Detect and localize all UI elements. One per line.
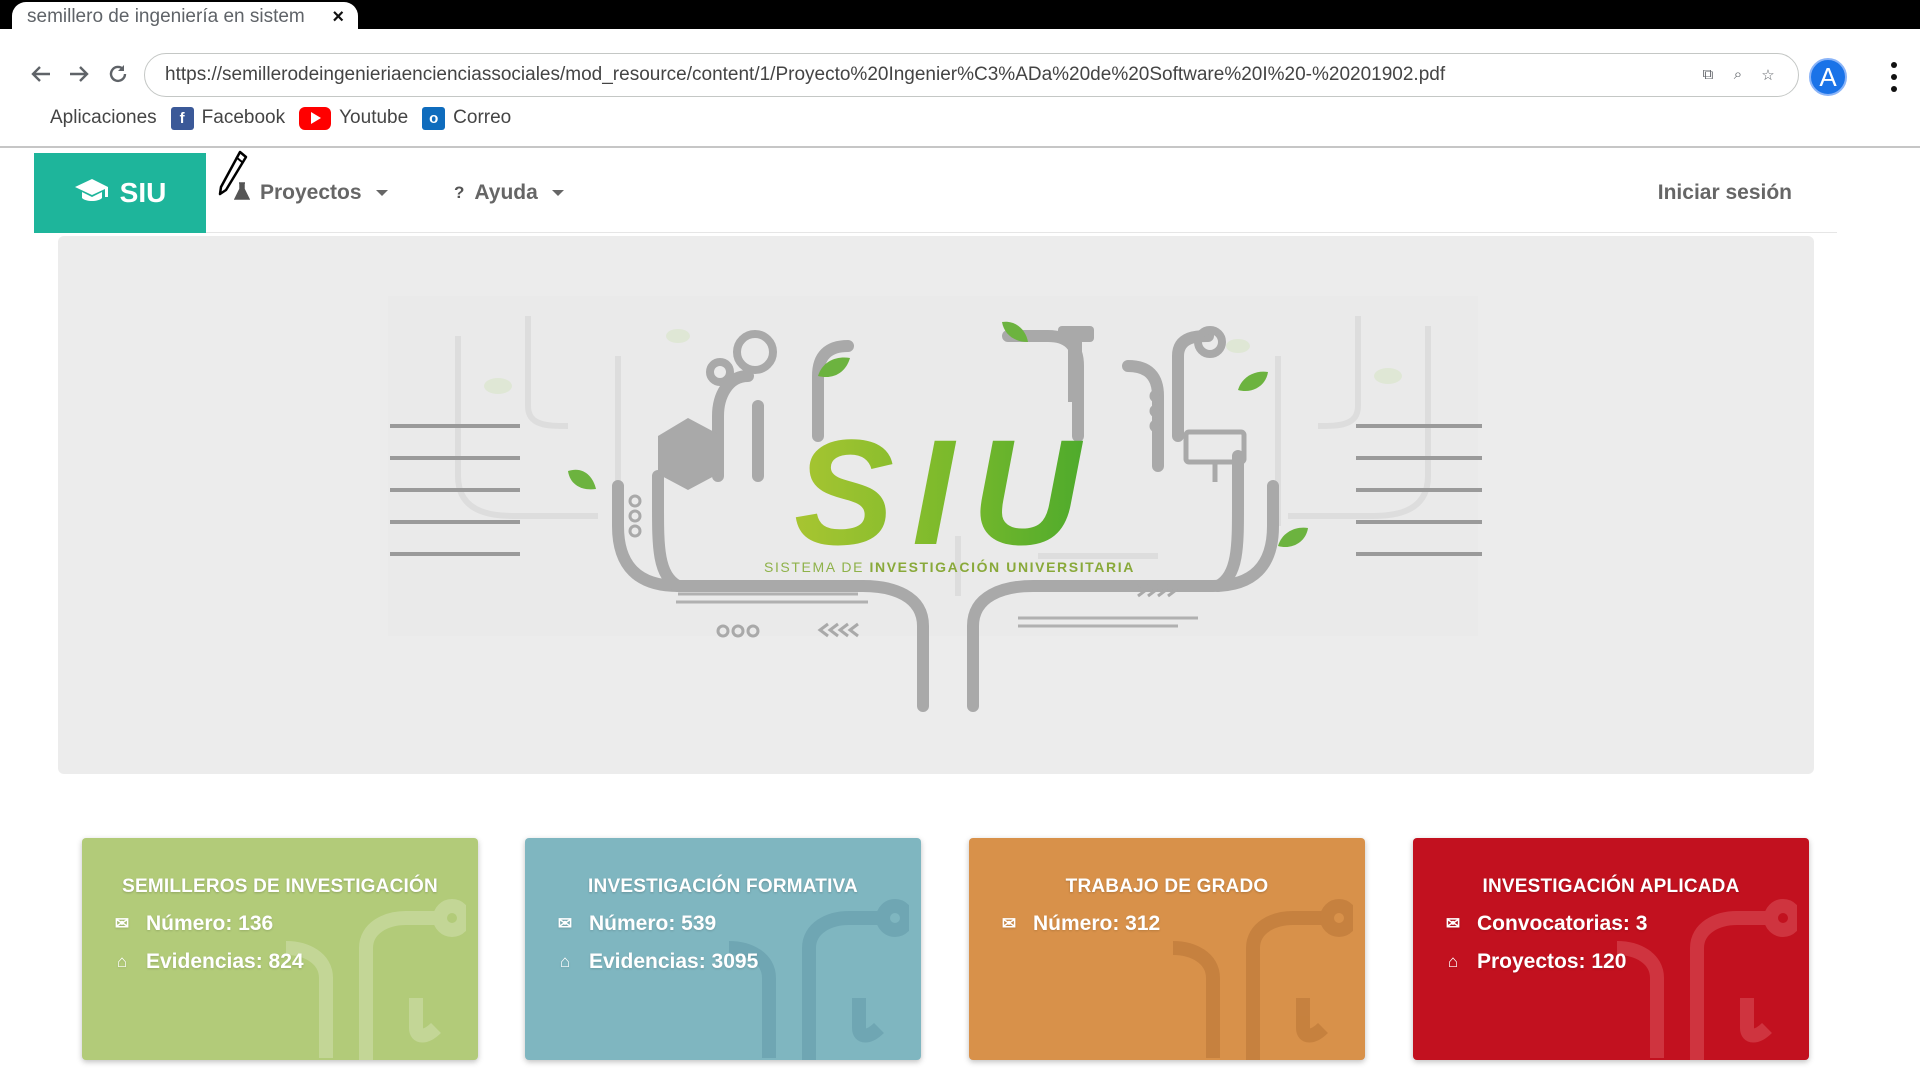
- card-title: TRABAJO DE GRADO: [1065, 876, 1269, 897]
- address-bar[interactable]: https://semillerodeingenieriaencienciass…: [144, 53, 1799, 97]
- envelope-icon: ✉: [114, 914, 130, 933]
- chevron-down-icon: [375, 190, 388, 196]
- url-text[interactable]: https://semillerodeingenieriaencienciass…: [165, 64, 1700, 86]
- translate-icon[interactable]: ⧉: [1700, 66, 1716, 84]
- login-link[interactable]: Iniciar sesión: [1658, 153, 1792, 233]
- bookmarks-bar: Aplicaciones f Facebook Youtube o Correo: [0, 100, 513, 136]
- card-title: INVESTIGACIÓN FORMATIVA: [588, 876, 858, 897]
- envelope-icon: ✉: [1001, 914, 1017, 933]
- card-stat-line: ⌂ Proyectos: 120: [1443, 950, 1809, 974]
- tab-title: semillero de ingeniería en sistem: [27, 6, 305, 27]
- bookmark-label: Youtube: [339, 107, 409, 128]
- card-formativa[interactable]: INVESTIGACIÓN FORMATIVA ✉ Número: 539 ⌂ …: [525, 838, 921, 1060]
- hero-illustration: SIU SISTEMA DE INVESTIGACIÓN UNIVERSITAR…: [388, 296, 1482, 712]
- envelope-icon: ✉: [1445, 914, 1461, 933]
- question-icon: ?: [454, 183, 465, 202]
- youtube-icon: [299, 106, 332, 130]
- tab-close-icon[interactable]: ×: [332, 6, 344, 29]
- bookmark-facebook[interactable]: f Facebook: [170, 106, 286, 130]
- tagline-bold: INVESTIGACIÓN UNIVERSITARIA: [870, 558, 1135, 575]
- tagline-prefix: SISTEMA DE: [764, 559, 870, 575]
- site-navbar: SIU Proyectos ? Ayuda Iniciar sesión: [34, 153, 1837, 233]
- bookmark-label: Correo: [453, 107, 512, 128]
- card-semilleros[interactable]: SEMILLEROS DE INVESTIGACIÓN ✉ Número: 13…: [82, 838, 478, 1060]
- card-stat-text: Número: 136: [146, 912, 274, 935]
- graduation-cap-icon: [74, 177, 110, 210]
- forward-arrow-icon[interactable]: [62, 57, 96, 91]
- home-icon: ⌂: [116, 952, 128, 971]
- card-title: SEMILLEROS DE INVESTIGACIÓN: [122, 876, 438, 897]
- home-icon: ⌂: [1447, 952, 1459, 971]
- bookmark-correo[interactable]: o Correo: [422, 106, 512, 130]
- reload-icon[interactable]: [101, 57, 135, 91]
- card-stat-text: Número: 539: [589, 912, 717, 935]
- card-trabajo-grado[interactable]: TRABAJO DE GRADO ✉ Número: 312: [969, 838, 1365, 1060]
- bookmark-apps[interactable]: Aplicaciones: [50, 107, 157, 129]
- nav-label: Proyectos: [260, 181, 362, 204]
- hero-banner: SIU SISTEMA DE INVESTIGACIÓN UNIVERSITAR…: [58, 236, 1814, 774]
- nav-label: Ayuda: [474, 181, 538, 204]
- card-stat-line: ✉ Número: 539: [555, 912, 921, 936]
- hero-tagline: SISTEMA DE INVESTIGACIÓN UNIVERSITARIA: [764, 558, 1135, 575]
- browser-menu-icon[interactable]: [1882, 58, 1906, 96]
- omnibox-actions: ⧉ ⌕ ☆: [1700, 66, 1798, 84]
- tab-strip: semillero de ingeniería en sistem ×: [0, 0, 1920, 32]
- bookmark-label: Aplicaciones: [50, 107, 157, 128]
- brand-logo[interactable]: SIU: [34, 153, 206, 233]
- card-stat-text: Evidencias: 3095: [589, 950, 759, 973]
- envelope-icon: ✉: [557, 914, 573, 933]
- brand-text: SIU: [119, 177, 167, 208]
- home-icon: ⌂: [559, 952, 571, 971]
- browser-tab[interactable]: semillero de ingeniería en sistem ×: [12, 2, 358, 32]
- card-stat-line: ✉ Número: 136: [112, 912, 478, 936]
- bookmark-label: Facebook: [201, 107, 286, 128]
- nav-proyectos[interactable]: Proyectos: [233, 153, 388, 233]
- card-stat-line: ✉ Número: 312: [999, 912, 1365, 936]
- chrome-divider: [0, 146, 1920, 148]
- facebook-icon: f: [170, 106, 194, 130]
- card-stat-line: ⌂ Evidencias: 3095: [555, 950, 921, 974]
- card-stat-text: Convocatorias: 3: [1477, 912, 1648, 935]
- outlook-icon: o: [422, 106, 446, 130]
- zoom-icon[interactable]: ⌕: [1730, 66, 1746, 84]
- siu-logo-text: SIU: [794, 408, 1098, 576]
- card-aplicada[interactable]: INVESTIGACIÓN APLICADA ✉ Convocatorias: …: [1413, 838, 1809, 1060]
- pencil-cursor-icon: [218, 150, 248, 196]
- card-title: INVESTIGACIÓN APLICADA: [1482, 876, 1740, 897]
- card-stat-line: ✉ Convocatorias: 3: [1443, 912, 1809, 936]
- card-stat-text: Proyectos: 120: [1477, 950, 1627, 973]
- bookmark-star-icon[interactable]: ☆: [1760, 66, 1776, 84]
- back-arrow-icon[interactable]: [24, 57, 58, 91]
- bookmark-youtube[interactable]: Youtube: [299, 106, 409, 130]
- card-stat-text: Evidencias: 824: [146, 950, 304, 973]
- chevron-down-icon: [551, 190, 564, 196]
- profile-avatar[interactable]: A: [1809, 58, 1847, 96]
- card-stat-line: ⌂ Evidencias: 824: [112, 950, 478, 974]
- card-stat-text: Número: 312: [1033, 912, 1161, 935]
- nav-ayuda[interactable]: ? Ayuda: [454, 153, 564, 233]
